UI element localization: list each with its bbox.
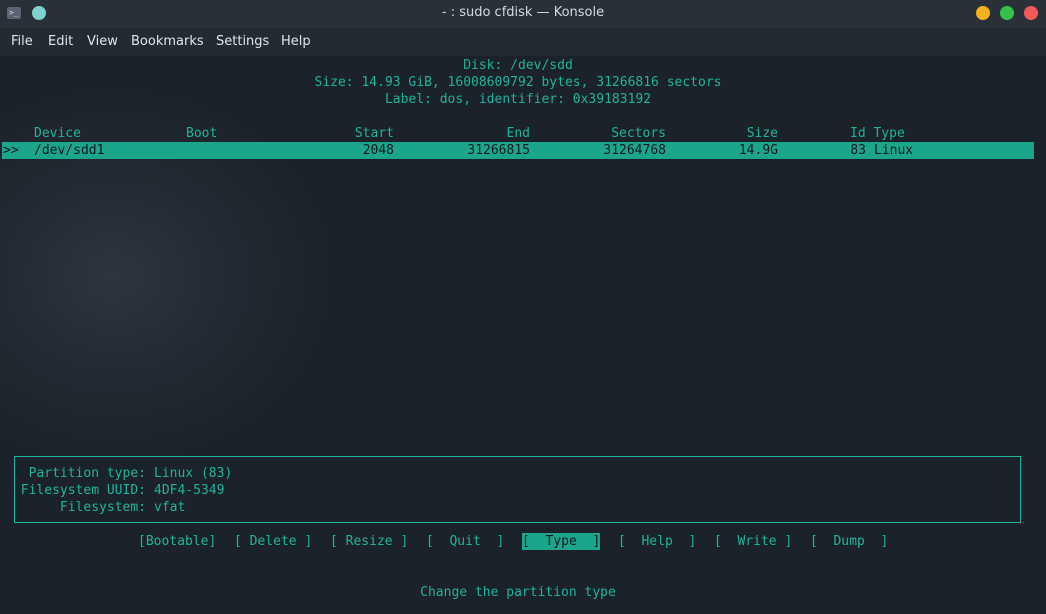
header-size: Size — [746, 126, 778, 141]
disk-size: Size: 14.93 GiB, 16008609792 bytes, 3126… — [314, 75, 722, 90]
row-type: Linux — [874, 143, 914, 158]
menu-settings[interactable]: Settings — [216, 28, 269, 56]
row-start: 2048 — [362, 143, 394, 158]
minimize-button[interactable] — [976, 6, 990, 20]
row-size: 14.9G — [738, 143, 778, 158]
write-button[interactable]: [ Write ] — [714, 533, 792, 550]
menu-bookmarks[interactable]: Bookmarks — [131, 28, 204, 56]
filesystem-value: vfat — [154, 500, 186, 515]
row-marker: >> — [3, 143, 19, 158]
close-button[interactable] — [1024, 6, 1038, 20]
header-start: Start — [354, 126, 394, 141]
disk-label: Label: dos, identifier: 0x39183192 — [384, 92, 652, 107]
header-id-type: Id Type — [850, 126, 905, 141]
filesystem-uuid-value: 4DF4-5349 — [154, 483, 225, 498]
bootable-button[interactable]: [Bootable] — [138, 533, 216, 550]
disk-name: Disk: /dev/sdd — [463, 58, 573, 73]
row-sectors: 31264768 — [603, 143, 666, 158]
header-boot: Boot — [186, 126, 218, 141]
delete-button[interactable]: [ Delete ] — [234, 533, 312, 550]
table-row[interactable]: >> /dev/sdd1 2048 31266815 31264768 14.9… — [2, 142, 1034, 159]
quit-button[interactable]: [ Quit ] — [426, 533, 504, 550]
row-end: 31266815 — [467, 143, 530, 158]
partition-type-label: Partition type: — [28, 466, 146, 481]
status-line: Change the partition type — [420, 585, 616, 600]
maximize-button[interactable] — [1000, 6, 1014, 20]
konsole-window: >_ - : sudo cfdisk — Konsole File Edit V… — [0, 0, 1046, 614]
filesystem-uuid-label: Filesystem UUID: — [20, 483, 146, 498]
header-end: End — [506, 126, 530, 141]
title-bar: >_ - : sudo cfdisk — Konsole — [0, 0, 1046, 28]
menu-edit[interactable]: Edit — [48, 28, 73, 56]
partition-type-value: Linux (83) — [154, 466, 233, 481]
window-title: - : sudo cfdisk — Konsole — [441, 5, 605, 20]
resize-button[interactable]: [ Resize ] — [330, 533, 408, 550]
terminal-area[interactable]: Disk: /dev/sdd Size: 14.93 GiB, 16008609… — [0, 56, 1046, 614]
help-button[interactable]: [ Help ] — [618, 533, 696, 550]
header-sectors: Sectors — [611, 126, 666, 141]
row-device: /dev/sdd1 — [34, 143, 105, 158]
type-button[interactable]: [ Type ] — [522, 533, 601, 550]
menu-bar: File Edit View Bookmarks Settings Help — [0, 28, 1046, 56]
filesystem-label: Filesystem: — [59, 500, 146, 515]
dump-button[interactable]: [ Dump ] — [810, 533, 888, 550]
menu-view[interactable]: View — [87, 28, 118, 56]
menu-file[interactable]: File — [11, 28, 33, 56]
header-device: Device — [34, 126, 81, 141]
menu-help[interactable]: Help — [281, 28, 311, 56]
row-id: 83 — [850, 143, 866, 158]
